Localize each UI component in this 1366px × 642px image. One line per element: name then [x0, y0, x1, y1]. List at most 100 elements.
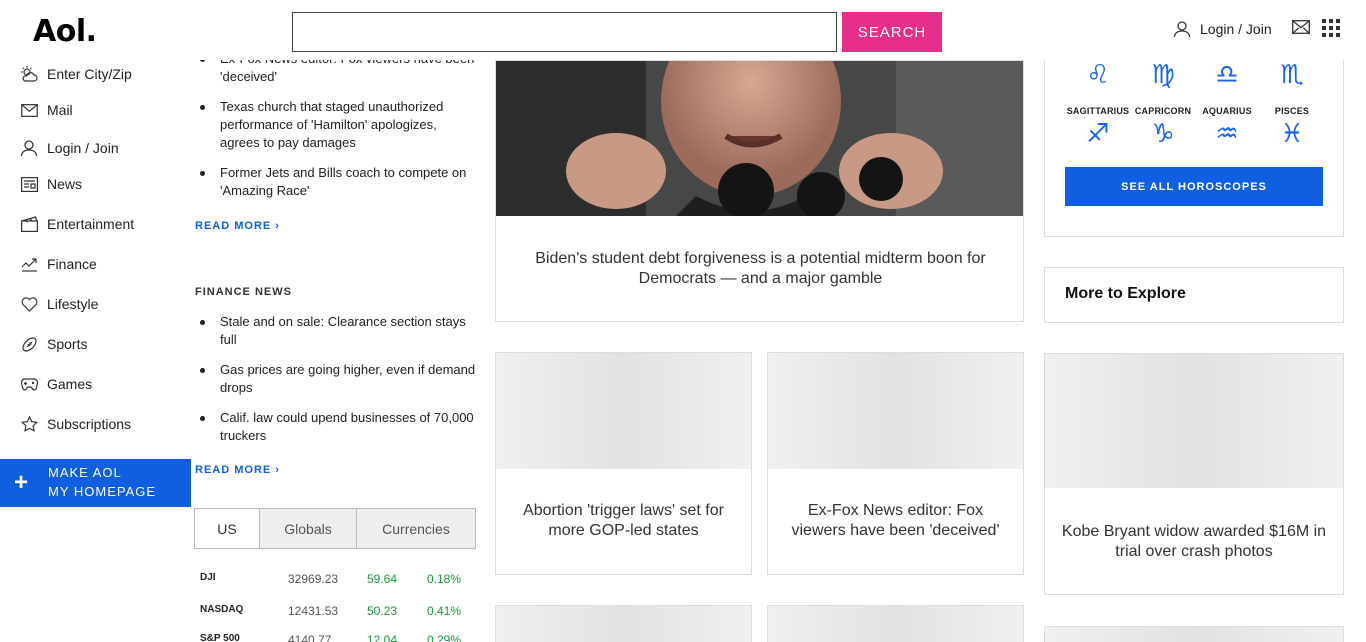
story-title[interactable]: Ex-Fox News editor: Fox viewers have bee… — [782, 501, 1009, 541]
main-story-title[interactable]: Biden's student debt forgiveness is a po… — [516, 249, 1005, 289]
story-image-placeholder — [496, 353, 751, 469]
quote-change: 12.04 — [367, 633, 398, 642]
sidebar-item-entertainment[interactable]: Entertainment — [20, 213, 134, 235]
quote-row[interactable]: S&P 500 4140.77 12.04 0.29% — [200, 633, 470, 642]
user-icon — [20, 139, 38, 157]
pisces-icon[interactable]: ♓ — [1260, 120, 1324, 148]
news-icon — [20, 175, 38, 193]
gamepad-icon — [20, 375, 38, 393]
story-image-placeholder — [1045, 354, 1343, 488]
horoscope-panel: ♌ ♍ ♎ ♏ SAGITTARIUS CAPRICORN AQUARIUS P… — [1044, 60, 1344, 237]
quote-symbol: S&P 500 — [200, 633, 240, 642]
story-card[interactable] — [1044, 626, 1344, 642]
sidebar-item-label: Sports — [47, 336, 88, 352]
leo-icon[interactable]: ♌ — [1066, 61, 1130, 89]
libra-icon[interactable]: ♎ — [1195, 61, 1259, 89]
sidebar-item-label: Entertainment — [47, 216, 135, 232]
header-login-link[interactable]: Login / Join — [1173, 18, 1272, 40]
quote-symbol: DJI — [200, 572, 216, 583]
sign-pisces[interactable]: PISCES — [1260, 106, 1324, 116]
sidebar-item-label: Lifestyle — [47, 296, 99, 312]
story-image-placeholder — [768, 353, 1023, 469]
sagittarius-icon[interactable]: ♐ — [1066, 120, 1130, 148]
news-link[interactable]: Former Jets and Bills coach to compete o… — [200, 164, 478, 200]
sign-sagittarius[interactable]: SAGITTARIUS — [1066, 106, 1130, 116]
sidebar-item-games[interactable]: Games — [20, 373, 92, 395]
sign-name: CAPRICORN — [1134, 106, 1192, 116]
sidebar-item-weather[interactable]: Enter City/Zip — [20, 63, 132, 85]
quote-row[interactable]: DJI 32969.23 59.64 0.18% — [200, 572, 470, 588]
quote-percent: 0.29% — [427, 633, 462, 642]
sign-name: SAGITTARIUS — [1066, 106, 1130, 116]
plus-icon: + — [14, 469, 29, 496]
story-card[interactable] — [495, 605, 752, 642]
story-card[interactable]: Abortion 'trigger laws' set for more GOP… — [495, 352, 752, 575]
main-story-card[interactable]: Biden's student debt forgiveness is a po… — [495, 60, 1024, 322]
finance-news-link[interactable]: Calif. law could upend businesses of 70,… — [200, 409, 478, 445]
quote-value: 4140.77 — [288, 633, 332, 642]
sidebar-item-login[interactable]: Login / Join — [20, 137, 119, 159]
sign-name: PISCES — [1274, 106, 1310, 116]
story-title[interactable]: Kobe Bryant widow awarded $16M in trial … — [1059, 522, 1329, 562]
quote-change: 50.23 — [367, 604, 398, 618]
aol-logo[interactable]: Aol. — [33, 14, 97, 49]
story-card[interactable]: Ex-Fox News editor: Fox viewers have bee… — [767, 352, 1024, 575]
finance-news-heading: FINANCE NEWS — [195, 286, 292, 298]
sidebar-item-label: Mail — [47, 102, 73, 118]
more-to-explore-panel: More to Explore — [1044, 267, 1344, 323]
virgo-icon[interactable]: ♍ — [1131, 61, 1195, 89]
mail-icon — [20, 101, 38, 119]
story-card[interactable]: Kobe Bryant widow awarded $16M in trial … — [1044, 353, 1344, 595]
story-card[interactable] — [767, 605, 1024, 642]
sidebar-item-finance[interactable]: Finance — [20, 253, 97, 275]
quote-row[interactable]: NASDAQ 12431.53 50.23 0.41% — [200, 604, 470, 620]
make-aol-homepage-button[interactable]: + MAKE AOL MY HOMEPAGE — [0, 459, 191, 507]
sign-name: AQUARIUS — [1202, 106, 1252, 116]
finance-read-more-link[interactable]: READ MORE › — [195, 464, 280, 476]
heart-icon — [20, 295, 38, 313]
sidebar-item-label: Finance — [47, 256, 97, 272]
chart-icon — [20, 255, 38, 273]
mail-icon[interactable] — [1292, 20, 1310, 39]
sidebar-item-subscriptions[interactable]: Subscriptions — [20, 413, 131, 435]
scorpio-icon[interactable]: ♏ — [1260, 61, 1324, 89]
weather-icon — [20, 65, 38, 83]
sidebar-item-mail[interactable]: Mail — [20, 99, 73, 121]
market-tabs: US Globals Currencies — [194, 508, 476, 549]
sign-aquarius[interactable]: AQUARIUS — [1195, 106, 1259, 116]
apps-grid-icon[interactable] — [1322, 19, 1340, 42]
sidebar-item-label: Subscriptions — [47, 416, 132, 432]
news-read-more-link[interactable]: READ MORE › — [195, 220, 280, 232]
clapperboard-icon — [20, 215, 38, 233]
user-icon — [1173, 21, 1191, 38]
star-icon — [20, 415, 38, 433]
search-input[interactable] — [292, 12, 837, 52]
tab-us[interactable]: US — [195, 509, 259, 548]
sign-capricorn[interactable]: CAPRICORN — [1131, 106, 1195, 116]
sidebar-item-sports[interactable]: Sports — [20, 333, 87, 355]
tab-globals[interactable]: Globals — [259, 509, 356, 548]
tab-currencies[interactable]: Currencies — [356, 509, 475, 548]
sidebar-item-label: News — [47, 176, 83, 192]
finance-news-link[interactable]: Gas prices are going higher, even if dem… — [200, 361, 478, 397]
sidebar-item-news[interactable]: News — [20, 173, 82, 195]
sidebar-item-lifestyle[interactable]: Lifestyle — [20, 293, 98, 315]
main-story-image[interactable] — [496, 61, 1023, 216]
search-button[interactable]: SEARCH — [842, 12, 942, 52]
sidebar-item-label: Games — [47, 376, 93, 392]
make-home-line1: MAKE AOL — [48, 465, 122, 480]
finance-news-link[interactable]: Stale and on sale: Clearance section sta… — [200, 313, 478, 349]
story-image-placeholder — [496, 606, 751, 642]
news-link[interactable]: Texas church that staged unauthorized pe… — [200, 98, 478, 152]
sidebar-item-label: Enter City/Zip — [47, 66, 132, 82]
capricorn-icon[interactable]: ♑ — [1131, 120, 1195, 148]
story-title[interactable]: Abortion 'trigger laws' set for more GOP… — [510, 501, 737, 541]
quote-percent: 0.41% — [427, 604, 462, 618]
header-login-label: Login / Join — [1200, 21, 1272, 37]
see-all-horoscopes-button[interactable]: SEE ALL HOROSCOPES — [1065, 167, 1323, 206]
aquarius-icon[interactable]: ♒ — [1195, 120, 1259, 148]
story-image-placeholder — [768, 606, 1023, 642]
sidebar-item-label: Login / Join — [47, 140, 119, 156]
more-to-explore-heading: More to Explore — [1065, 285, 1186, 302]
header: Aol. SEARCH Login / Join — [0, 0, 1366, 60]
